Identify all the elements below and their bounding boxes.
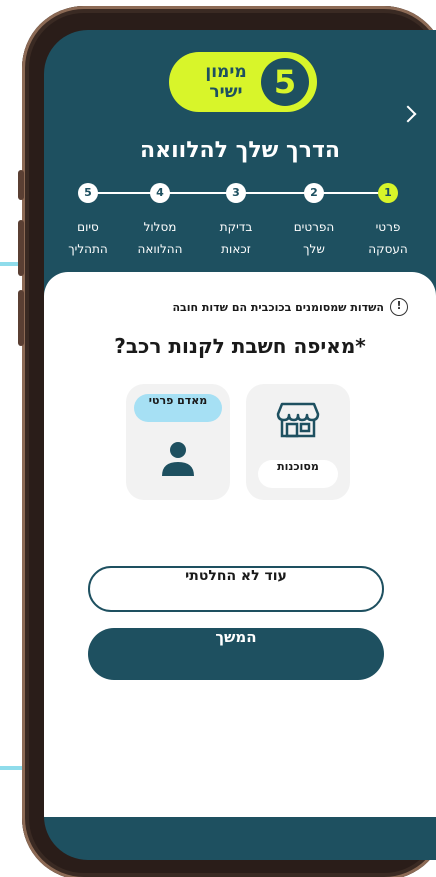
step-label-line: פרטי — [375, 220, 401, 234]
step-label-line: מסלול — [143, 220, 177, 234]
brand-logo: מימון ישיר 5 — [169, 52, 317, 112]
option-dealer-label: מסוכנות — [258, 460, 338, 488]
step-5-label: סיום התהליך — [53, 216, 123, 260]
page-title: הדרך שלך להלוואה — [140, 138, 340, 163]
step-2-label: הפרטים שלך — [279, 216, 349, 260]
step-label-line: התהליך — [68, 242, 108, 256]
step-5-indicator: 5 — [78, 183, 98, 203]
app-screen: מימון ישיר 5 הדרך שלך להלוואה 1 2 3 4 5 … — [44, 30, 436, 860]
logo-text-line: מימון — [205, 62, 247, 82]
phone-side-button — [18, 220, 24, 276]
step-3-indicator: 3 — [226, 183, 246, 203]
step-label-line: ההלוואה — [137, 242, 183, 256]
step-label-line: הפרטים — [293, 220, 335, 234]
logo-text: מימון ישיר — [195, 62, 257, 102]
option-dealer[interactable]: מסוכנות — [246, 384, 350, 500]
note-text: השדות שמסומנים בכוכבית הם שדות חובה — [172, 300, 384, 314]
required-fields-note: ! השדות שמסומנים בכוכבית הם שדות חובה — [172, 298, 408, 316]
step-1-indicator: 1 — [378, 183, 398, 203]
undecided-button[interactable]: עוד לא החלטתי — [88, 566, 384, 612]
step-label-line: העסקה — [368, 242, 408, 256]
person-icon — [162, 442, 194, 476]
phone-side-button — [18, 170, 24, 200]
step-label-line: בדיקת — [219, 220, 253, 234]
step-label-line: סיום — [77, 220, 99, 234]
continue-button[interactable]: המשך — [88, 628, 384, 680]
step-4-label: מסלול ההלוואה — [125, 216, 195, 260]
logo-number: 5 — [261, 58, 309, 106]
chevron-right-icon[interactable] — [399, 105, 417, 123]
phone-side-button — [18, 290, 24, 346]
step-1-label: פרטי העסקה — [353, 216, 423, 260]
step-4-indicator: 4 — [150, 183, 170, 203]
question-title: *מאיפה חשבת לקנות רכב? — [114, 334, 366, 358]
info-icon: ! — [390, 298, 408, 316]
step-label-line: זכאות — [221, 242, 251, 256]
store-icon — [276, 402, 320, 438]
step-label-line: שלך — [303, 242, 325, 256]
step-2-indicator: 2 — [304, 183, 324, 203]
step-3-label: בדיקת זכאות — [201, 216, 271, 260]
form-card: ! השדות שמסומנים בכוכבית הם שדות חובה *מ… — [44, 272, 436, 817]
option-private[interactable]: מאדם פרטי — [126, 384, 230, 500]
logo-text-line: ישיר — [209, 82, 243, 102]
option-private-label: מאדם פרטי — [134, 394, 222, 422]
